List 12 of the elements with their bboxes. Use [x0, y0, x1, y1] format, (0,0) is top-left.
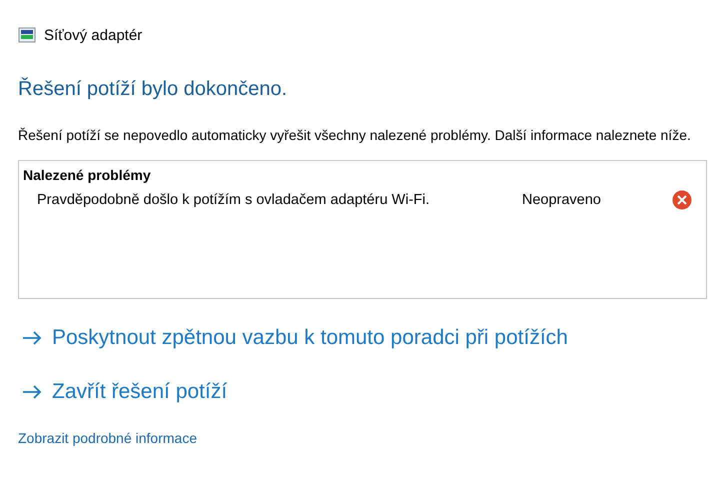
action-link[interactable]: Zavřít řešení potíží: [22, 377, 228, 407]
problem-text: Pravděpodobně došlo k potížím s ovladačem adaptéru Wi-Fi.: [37, 192, 431, 208]
action-link[interactable]: Poskytnout zpětnou vazbu k tomuto poradci při potížích: [22, 323, 568, 353]
arrow-icon: [22, 331, 42, 345]
panel-title: Nalezené problémy: [23, 166, 151, 185]
window-title: Síťový adaptér: [44, 26, 142, 44]
problem-status: Neopraveno: [522, 192, 602, 208]
network-adapter-icon: [18, 27, 36, 43]
status-heading: Řešení potíží bylo dokončeno.: [17, 76, 288, 102]
details-link[interactable]: Zobrazit podrobné informace: [18, 429, 197, 447]
result-message: Řešení potíží se nepovedlo automaticky vyřešit všechny nalezené problémy. Další informace naleznete níže.: [18, 126, 692, 145]
arrow-icon: [22, 385, 42, 399]
